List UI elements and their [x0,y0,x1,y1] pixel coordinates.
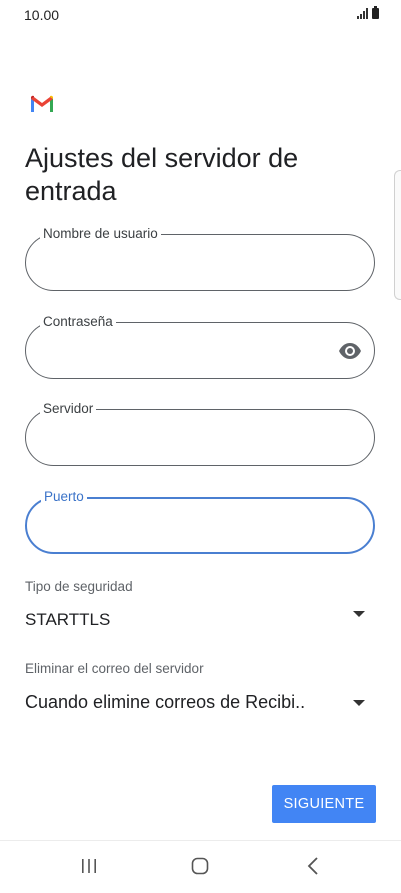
status-time: 10.00 [24,7,60,23]
password-label: Contraseña [40,313,116,331]
delete-from-server-value: Cuando elimine correos de Recibi.. [25,692,306,712]
next-button[interactable]: SIGUIENTE [272,785,376,823]
security-type-value: STARTTLS [25,610,111,629]
server-field[interactable]: Servidor [25,400,375,466]
gmail-logo-icon [31,95,53,112]
port-field[interactable]: Puerto [25,488,375,554]
delete-from-server-select[interactable]: Cuando elimine correos de Recibi.. [0,682,401,722]
battery-icon [372,6,379,19]
navigation-bar [0,840,401,893]
server-label: Servidor [40,400,97,418]
username-label: Nombre de usuario [40,225,161,243]
server-input[interactable] [40,428,334,452]
password-input[interactable] [40,341,334,365]
eye-icon[interactable] [338,341,362,361]
port-input[interactable] [41,517,335,541]
recent-apps-icon[interactable] [80,858,98,874]
scroll-indicator[interactable] [394,170,401,300]
home-icon[interactable] [191,857,209,875]
password-field[interactable]: Contraseña [25,313,375,379]
port-label: Puerto [41,488,87,506]
back-icon[interactable] [306,856,320,876]
dropdown-arrow-icon [353,611,365,617]
signal-icon [357,8,368,19]
page-title: Ajustes del servidor de entrada [25,143,299,206]
dropdown-arrow-icon [353,700,365,706]
status-icons [357,6,379,19]
delete-from-server-label: Eliminar el correo del servidor [25,661,204,676]
security-type-select[interactable]: STARTTLS [0,600,401,640]
security-type-label: Tipo de seguridad [25,579,133,594]
status-bar: 10.00 [0,0,401,30]
username-input[interactable] [40,253,334,277]
username-field[interactable]: Nombre de usuario [25,225,375,291]
